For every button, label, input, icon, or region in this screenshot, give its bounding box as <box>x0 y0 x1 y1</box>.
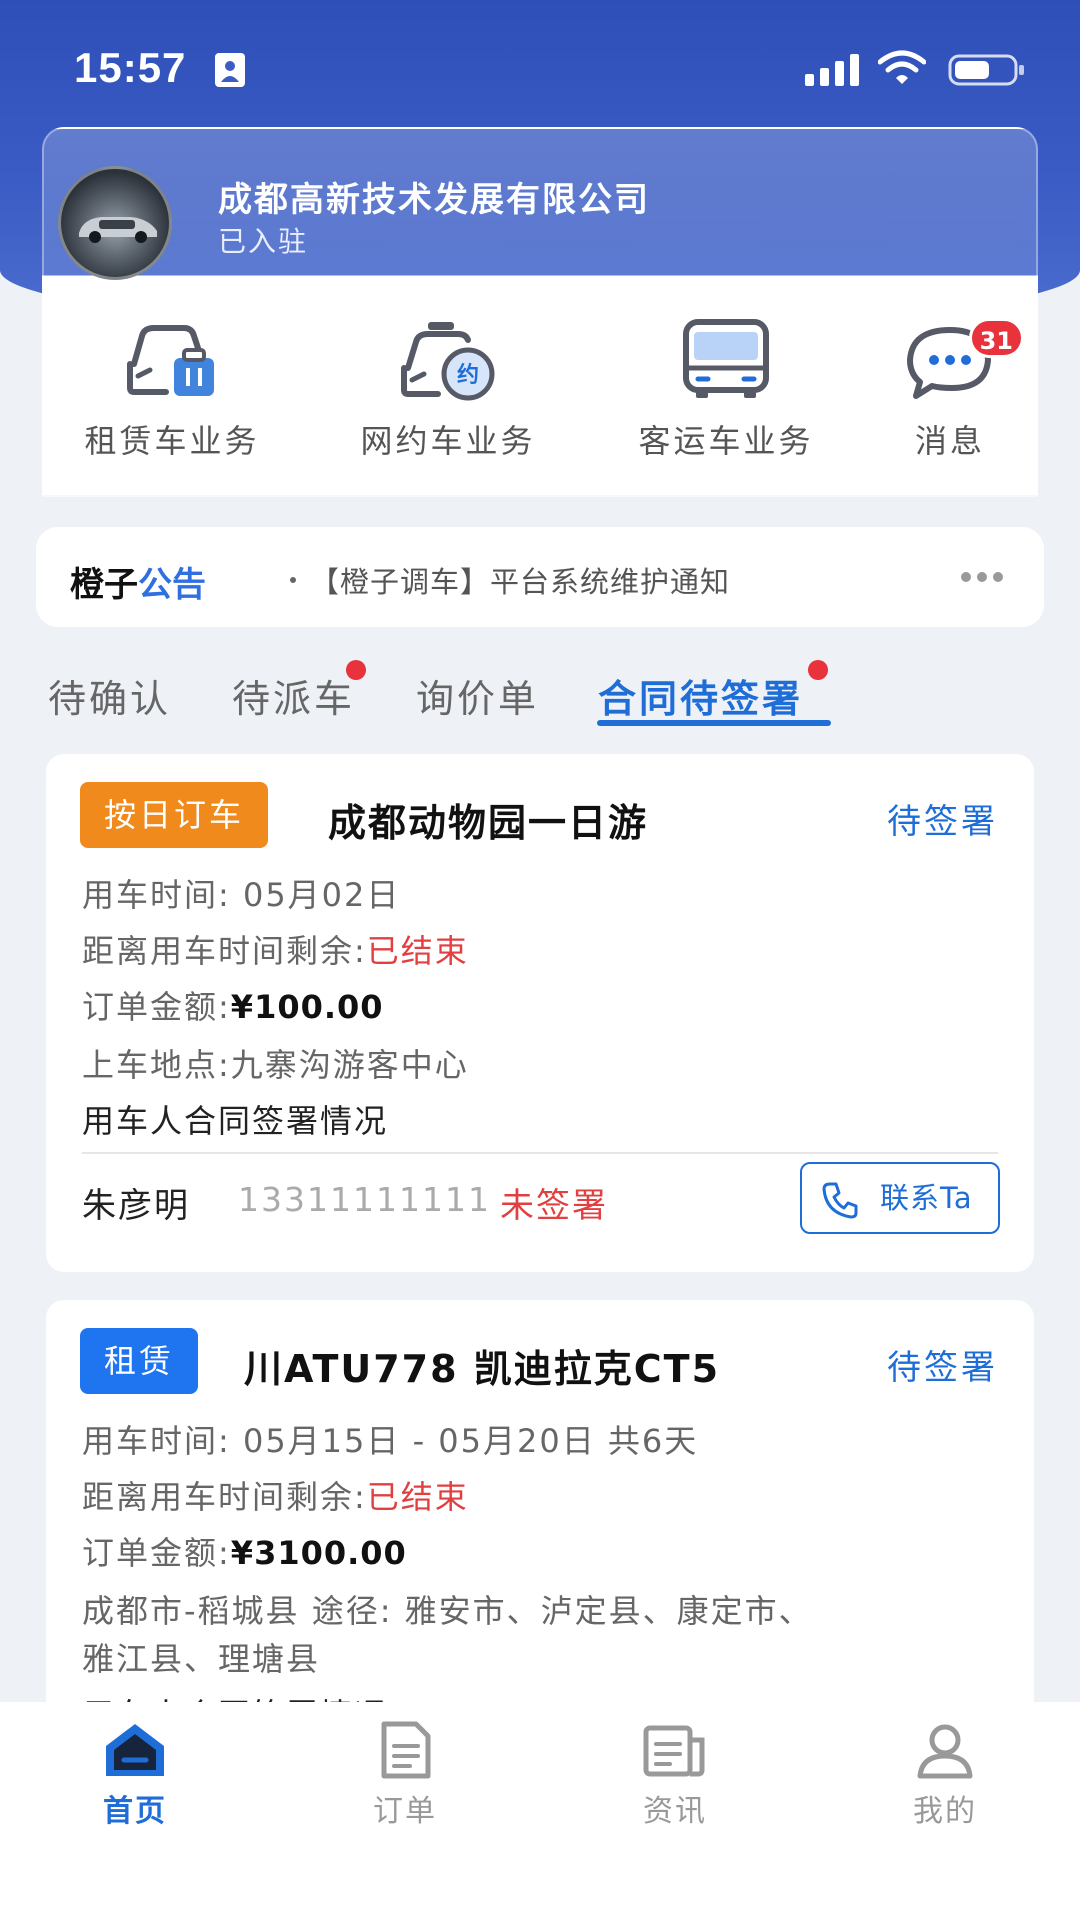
service-messages[interactable]: 消息 31 <box>840 318 1060 478</box>
rental-car-icon <box>127 325 214 396</box>
order-tabs: 待确认 待派车 询价单 合同待签署 <box>0 656 1080 736</box>
contact-button[interactable]: 联系Ta <box>800 1162 1000 1234</box>
order-remaining: 距离用车时间剩余:已结束 <box>82 1478 469 1516</box>
nav-profile[interactable]: 我的 <box>865 1720 1025 1830</box>
order-status: 待签署 <box>887 802 998 842</box>
signal-icon <box>805 54 859 86</box>
news-icon <box>643 1725 705 1777</box>
order-title: 成都动物园一日游 <box>328 801 649 845</box>
nav-label: 首页 <box>103 1794 167 1829</box>
tab-notification-dot <box>808 660 828 680</box>
service-label: 租赁车业务 <box>84 422 260 460</box>
order-card[interactable]: 租赁 川ATU778 凯迪拉克CT5 待签署 用车时间: 05月15日 - 05… <box>46 1300 1034 1734</box>
status-bar: 15:57 <box>0 0 1080 120</box>
nav-label: 我的 <box>913 1794 977 1829</box>
announcement-text[interactable]: 【橙子调车】平台系统维护通知 <box>310 559 730 601</box>
nav-home[interactable]: 首页 <box>55 1720 215 1830</box>
order-amount: 订单金额:¥100.00 <box>82 988 384 1026</box>
service-label: 网约车业务 <box>360 422 536 460</box>
svg-text:约: 约 <box>457 362 479 388</box>
bottom-navigation: 首页 订单 资讯 我的 <box>0 1702 1080 1920</box>
service-label: 消息 <box>914 422 985 460</box>
car-photo-icon <box>79 217 157 243</box>
more-icon[interactable] <box>960 571 1004 583</box>
order-pickup: 上车地点:九寨沟游客中心 <box>82 1046 469 1084</box>
service-bus[interactable]: 客运车业务 <box>616 318 836 478</box>
order-route: 雅江县、理塘县 <box>82 1640 321 1678</box>
order-document-icon <box>381 1721 431 1779</box>
divider <box>82 1152 998 1154</box>
order-amount: 订单金额:¥3100.00 <box>82 1534 407 1572</box>
tab-notification-dot <box>346 660 366 680</box>
contact-card-icon <box>215 53 245 87</box>
tab-quotes[interactable]: 询价单 <box>416 668 539 723</box>
battery-icon <box>948 54 1024 86</box>
signer-name: 朱彦明 <box>82 1186 190 1226</box>
bus-icon <box>683 319 769 398</box>
nav-label: 订单 <box>373 1794 437 1829</box>
order-route: 成都市-稻城县 途径: 雅安市、泸定县、康定市、 <box>82 1592 813 1630</box>
nav-label: 资讯 <box>643 1794 707 1829</box>
tab-contract-pending[interactable]: 合同待签署 <box>598 660 828 723</box>
ride-hailing-car-icon: 约 <box>401 322 495 401</box>
announcement-bar[interactable]: 橙子公告 【橙子调车】平台系统维护通知 <box>36 527 1044 627</box>
company-avatar[interactable] <box>58 166 172 280</box>
order-status: 待签署 <box>887 1348 998 1388</box>
announcement-brand: 橙子公告 <box>70 565 206 605</box>
wifi-icon <box>878 50 926 84</box>
sign-state: 未签署 <box>500 1186 608 1226</box>
order-title: 川ATU778 凯迪拉克CT5 <box>244 1347 721 1391</box>
service-ride-hailing[interactable]: 约 网约车业务 <box>338 318 558 478</box>
order-type-tag: 租赁 <box>80 1328 199 1394</box>
service-shortcuts: 租赁车业务 约 网约车业务 客运车业务 消息 31 <box>42 300 1038 497</box>
home-icon <box>106 1724 164 1776</box>
company-status: 已入驻 <box>218 225 309 258</box>
order-time: 用车时间: 05月15日 - 05月20日 共6天 <box>82 1422 699 1460</box>
phone-icon <box>822 1182 858 1219</box>
order-card[interactable]: 按日订车 成都动物园一日游 待签署 用车时间: 05月02日 距离用车时间剩余:… <box>46 754 1034 1272</box>
service-label: 客运车业务 <box>638 422 814 460</box>
service-rental[interactable]: 租赁车业务 <box>62 318 282 478</box>
separator-dot <box>290 577 296 583</box>
order-time: 用车时间: 05月02日 <box>82 876 401 914</box>
tab-pending-dispatch[interactable]: 待派车 <box>232 660 366 723</box>
unread-badge: 31 <box>968 318 1024 358</box>
company-name: 成都高新技术发展有限公司 <box>218 180 650 220</box>
active-tab-indicator <box>597 720 831 726</box>
nav-news[interactable]: 资讯 <box>595 1720 755 1830</box>
profile-icon <box>917 1724 973 1779</box>
tab-pending-confirm[interactable]: 待确认 <box>48 668 171 723</box>
contact-button-label: 联系Ta <box>880 1181 973 1215</box>
order-remaining: 距离用车时间剩余:已结束 <box>82 932 469 970</box>
nav-orders[interactable]: 订单 <box>325 1720 485 1830</box>
order-type-tag: 按日订车 <box>80 782 269 848</box>
signer-phone: 13311111111 <box>238 1180 491 1219</box>
sign-heading: 用车人合同签署情况 <box>82 1102 389 1140</box>
status-time: 15:57 <box>74 44 187 91</box>
